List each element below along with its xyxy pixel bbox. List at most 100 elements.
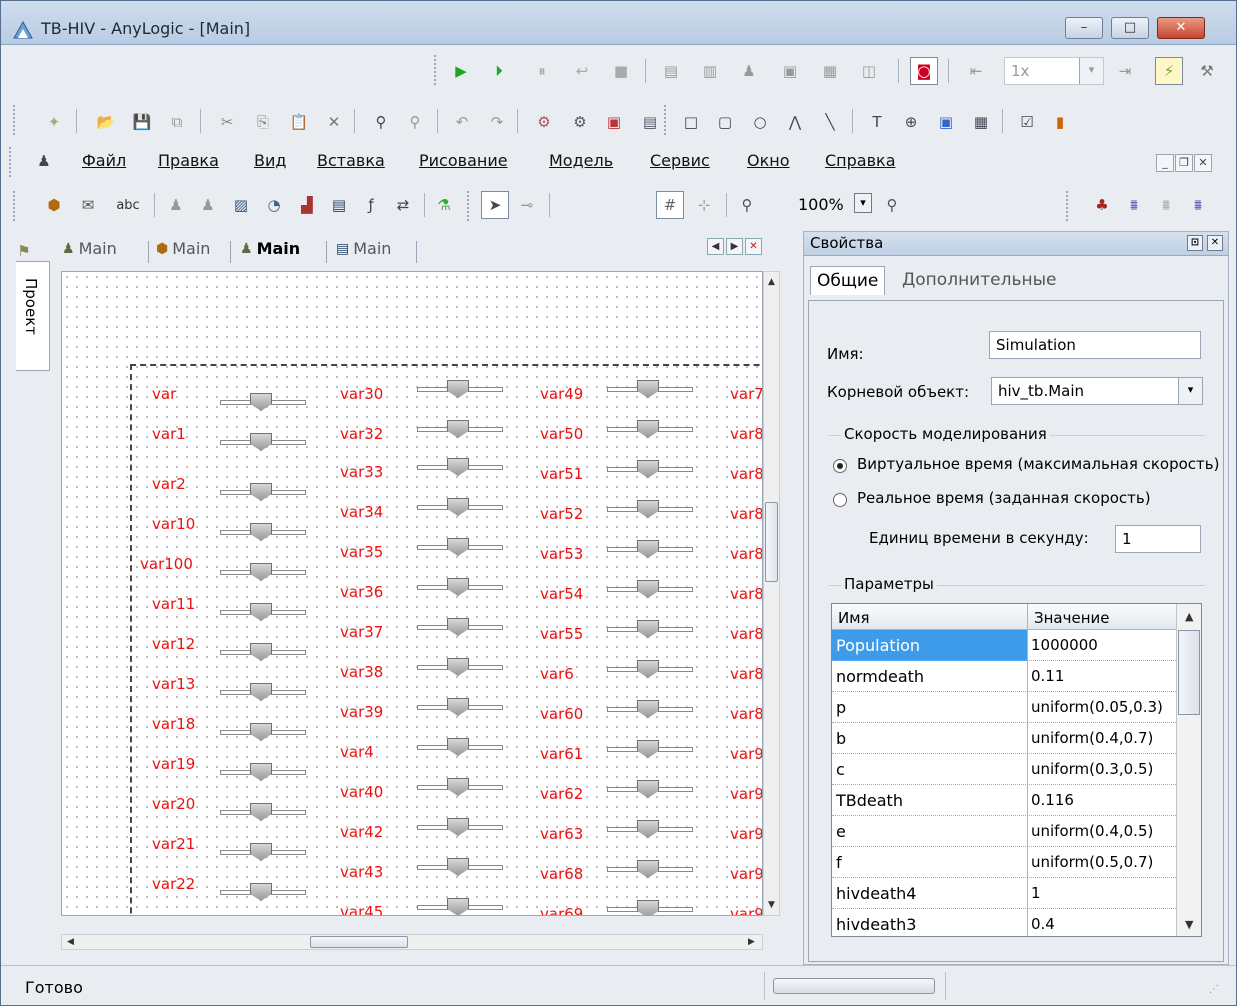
slider-thumb[interactable]	[250, 563, 272, 581]
find-icon[interactable]: ⚲	[371, 112, 391, 132]
slider-control[interactable]	[607, 380, 693, 398]
scroll-left-icon[interactable]: ◀	[67, 937, 74, 947]
scroll-up-icon[interactable]: ▲	[1185, 610, 1193, 623]
slider-thumb[interactable]	[250, 723, 272, 741]
variable-label[interactable]: var8	[730, 505, 762, 523]
presentation-icon[interactable]: ▣	[604, 112, 624, 132]
slider-thumb[interactable]	[447, 618, 469, 636]
variable-label[interactable]: var9	[730, 785, 762, 803]
parameter-value[interactable]: 0.11	[1031, 667, 1064, 685]
statechart-icon[interactable]: ◔	[264, 195, 284, 215]
slider-thumb[interactable]	[637, 540, 659, 558]
parameter-value[interactable]: uniform(0.3,0.5)	[1031, 760, 1153, 778]
flask-icon[interactable]: ⚗	[434, 195, 454, 215]
variable-label[interactable]: var42	[340, 823, 383, 841]
menu-help[interactable]: Справка	[825, 151, 896, 170]
agent-icon[interactable]: ♟	[166, 195, 186, 215]
run-icon[interactable]: ▶	[451, 61, 471, 81]
slider-control[interactable]	[607, 740, 693, 758]
group-edit-icon[interactable]: ⩩	[1188, 195, 1208, 215]
variable-label[interactable]: var8	[730, 625, 762, 643]
root-object-select[interactable]: hiv_tb.Main ▾	[991, 377, 1203, 405]
variable-label[interactable]: var100	[140, 555, 193, 573]
slider-control[interactable]	[417, 458, 503, 476]
polyline-icon[interactable]: ⋀	[785, 112, 805, 132]
slider-control[interactable]	[220, 603, 306, 621]
scroll-right-icon[interactable]: ▶	[748, 937, 755, 947]
save-all-icon[interactable]: ⧉	[167, 112, 187, 132]
pin-icon[interactable]: ⊡	[1187, 235, 1203, 251]
minimize-button[interactable]: –	[1065, 17, 1103, 39]
parameter-value[interactable]: 0.4	[1031, 915, 1055, 933]
variable-label[interactable]: var68	[540, 865, 583, 883]
slider-thumb[interactable]	[447, 818, 469, 836]
chart-tool-icon[interactable]: ▮	[1050, 112, 1070, 132]
slider-thumb[interactable]	[447, 498, 469, 516]
horizontal-scroll-thumb[interactable]	[310, 936, 408, 948]
delete-icon[interactable]: ✕	[324, 112, 344, 132]
oval-icon[interactable]: ○	[750, 112, 770, 132]
group-icon[interactable]: ▦	[971, 112, 991, 132]
slider-control[interactable]	[607, 500, 693, 518]
slider-control[interactable]	[220, 723, 306, 741]
table-icon[interactable]: ▤	[329, 195, 349, 215]
slider-thumb[interactable]	[447, 538, 469, 556]
variable-label[interactable]: var8	[730, 585, 762, 603]
slider-control[interactable]	[607, 580, 693, 598]
slider-thumb[interactable]	[637, 380, 659, 398]
variable-label[interactable]: var	[152, 385, 176, 403]
slider-control[interactable]	[607, 900, 693, 915]
function-icon[interactable]: ƒ	[361, 195, 381, 215]
variable-label[interactable]: var22	[152, 875, 195, 893]
slider-thumb[interactable]	[250, 843, 272, 861]
chart-icon[interactable]: ▟	[297, 195, 317, 215]
slider-thumb[interactable]	[250, 803, 272, 821]
menu-file[interactable]: Файл	[82, 151, 126, 170]
variable-label[interactable]: var2	[152, 475, 186, 493]
slider-control[interactable]	[417, 538, 503, 556]
slider-thumb[interactable]	[250, 603, 272, 621]
parameter-row[interactable]: Population 1000000	[832, 630, 1176, 661]
slider-thumb[interactable]	[637, 420, 659, 438]
slider-control[interactable]	[417, 618, 503, 636]
slider-thumb[interactable]	[250, 483, 272, 501]
variable-label[interactable]: var11	[152, 595, 195, 613]
view-icon[interactable]: ▣	[780, 61, 800, 81]
close-panel-icon[interactable]: ✕	[1207, 235, 1223, 251]
zoom-in-icon[interactable]: ⚲	[882, 195, 902, 215]
vertical-scroll-thumb[interactable]	[765, 502, 778, 582]
slider-control[interactable]	[417, 818, 503, 836]
slider-thumb[interactable]	[250, 763, 272, 781]
variable-label[interactable]: var45	[340, 903, 383, 915]
variable-label[interactable]: var49	[540, 385, 583, 403]
slider-thumb[interactable]	[637, 820, 659, 838]
variable-label[interactable]: var60	[540, 705, 583, 723]
slider-control[interactable]	[607, 700, 693, 718]
parameter-row[interactable]: hivdeath3 0.4	[832, 909, 1176, 936]
zoom-out-icon[interactable]: ⚲	[737, 195, 757, 215]
slider-control[interactable]	[607, 420, 693, 438]
scroll-up-icon[interactable]: ▲	[768, 277, 775, 287]
slider-thumb[interactable]	[637, 580, 659, 598]
slider-control[interactable]	[417, 898, 503, 915]
slider-control[interactable]	[220, 883, 306, 901]
slider-control[interactable]	[607, 860, 693, 878]
variable-label[interactable]: var1	[152, 425, 186, 443]
tab-prev-button[interactable]: ◀	[707, 238, 724, 255]
tab-next-button[interactable]: ▶	[726, 238, 743, 255]
pause-icon[interactable]: ⏸	[532, 61, 552, 81]
variable-label[interactable]: var37	[340, 623, 383, 641]
slider-control[interactable]	[607, 460, 693, 478]
checkbox-tool-icon[interactable]: ☑	[1017, 112, 1037, 132]
slider-control[interactable]	[220, 433, 306, 451]
restore-button[interactable]: □	[1111, 17, 1149, 39]
people-icon[interactable]: ♣	[1092, 195, 1112, 215]
text-tool-abc[interactable]: abc	[110, 195, 146, 215]
parameter-value[interactable]: uniform(0.5,0.7)	[1031, 853, 1153, 871]
slider-thumb[interactable]	[447, 778, 469, 796]
slider-control[interactable]	[417, 380, 503, 398]
variable-label[interactable]: var8	[730, 705, 762, 723]
line-icon[interactable]: ╲	[820, 112, 840, 132]
parameter-value[interactable]: 1	[1031, 884, 1041, 902]
slider-thumb[interactable]	[637, 620, 659, 638]
